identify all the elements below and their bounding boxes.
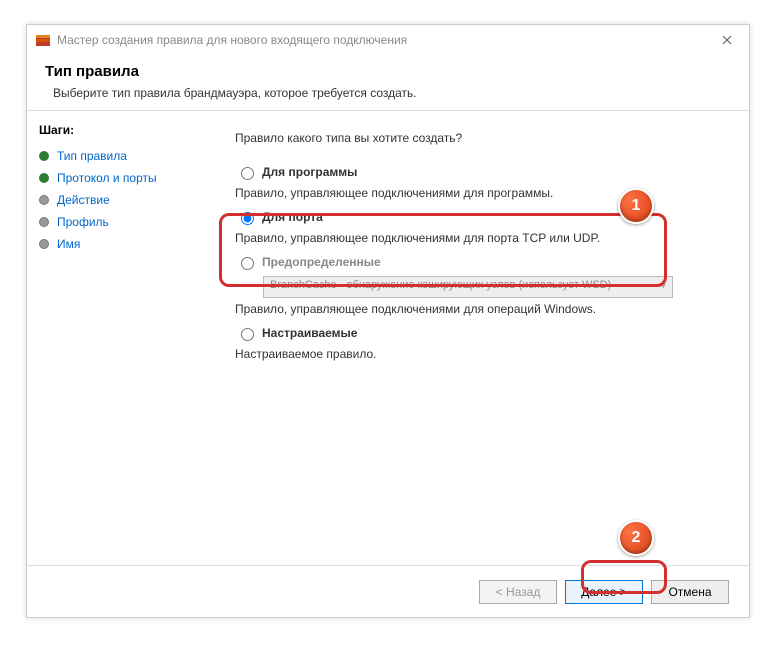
- step-protocol-ports[interactable]: Протокол и порты: [39, 167, 213, 189]
- step-rule-type[interactable]: Тип правила: [39, 145, 213, 167]
- step-action[interactable]: Действие: [39, 189, 213, 211]
- step-label: Протокол и порты: [57, 171, 157, 185]
- radio-port[interactable]: [241, 212, 254, 225]
- step-label: Тип правила: [57, 149, 127, 163]
- option-port[interactable]: Для порта: [235, 208, 729, 227]
- option-program[interactable]: Для программы: [235, 163, 729, 182]
- close-button[interactable]: [704, 25, 749, 55]
- steps-label: Шаги:: [39, 123, 213, 137]
- dropdown-value: BranchCache - обнаружение кэширующих узл…: [270, 279, 611, 291]
- option-label: Настраиваемые: [262, 326, 357, 340]
- page-subtitle: Выберите тип правила брандмауэра, которо…: [45, 86, 731, 100]
- bullet-icon: [39, 173, 49, 183]
- step-name[interactable]: Имя: [39, 233, 213, 255]
- option-desc: Правило, управляющее подключениями для о…: [235, 302, 729, 316]
- content-panel: Правило какого типа вы хотите создать? Д…: [225, 115, 749, 569]
- titlebar: Мастер создания правила для нового входя…: [27, 25, 749, 55]
- step-label: Профиль: [57, 215, 109, 229]
- option-desc: Правило, управляющее подключениями для п…: [235, 231, 729, 245]
- option-label: Для порта: [262, 210, 323, 224]
- back-button: < Назад: [479, 580, 557, 604]
- next-button[interactable]: Далее >: [565, 580, 643, 604]
- divider: [27, 110, 749, 111]
- wizard-body: Шаги: Тип правила Протокол и порты Дейст…: [27, 115, 749, 569]
- bullet-icon: [39, 217, 49, 227]
- firewall-icon: [35, 32, 51, 48]
- option-predefined[interactable]: Предопределенные: [235, 253, 729, 272]
- bullet-icon: [39, 239, 49, 249]
- step-label: Имя: [57, 237, 80, 251]
- step-profile[interactable]: Профиль: [39, 211, 213, 233]
- page-title: Тип правила: [45, 63, 731, 80]
- wizard-header: Тип правила Выберите тип правила брандма…: [27, 55, 749, 110]
- step-label: Действие: [57, 193, 110, 207]
- content-prompt: Правило какого типа вы хотите создать?: [235, 131, 729, 145]
- annotation-badge-2: 2: [618, 520, 654, 556]
- option-label: Для программы: [262, 165, 357, 179]
- option-custom[interactable]: Настраиваемые: [235, 324, 729, 343]
- wizard-footer: < Назад Далее > Отмена: [27, 565, 749, 617]
- radio-predefined[interactable]: [241, 257, 254, 270]
- steps-panel: Шаги: Тип правила Протокол и порты Дейст…: [27, 115, 225, 569]
- radio-custom[interactable]: [241, 328, 254, 341]
- annotation-badge-1: 1: [618, 188, 654, 224]
- radio-program[interactable]: [241, 167, 254, 180]
- bullet-icon: [39, 151, 49, 161]
- bullet-icon: [39, 195, 49, 205]
- option-label: Предопределенные: [262, 255, 381, 269]
- window-title: Мастер создания правила для нового входя…: [57, 33, 407, 47]
- predefined-dropdown[interactable]: BranchCache - обнаружение кэширующих узл…: [263, 276, 673, 298]
- option-desc: Правило, управляющее подключениями для п…: [235, 186, 729, 200]
- cancel-button[interactable]: Отмена: [651, 580, 729, 604]
- option-desc: Настраиваемое правило.: [235, 347, 729, 361]
